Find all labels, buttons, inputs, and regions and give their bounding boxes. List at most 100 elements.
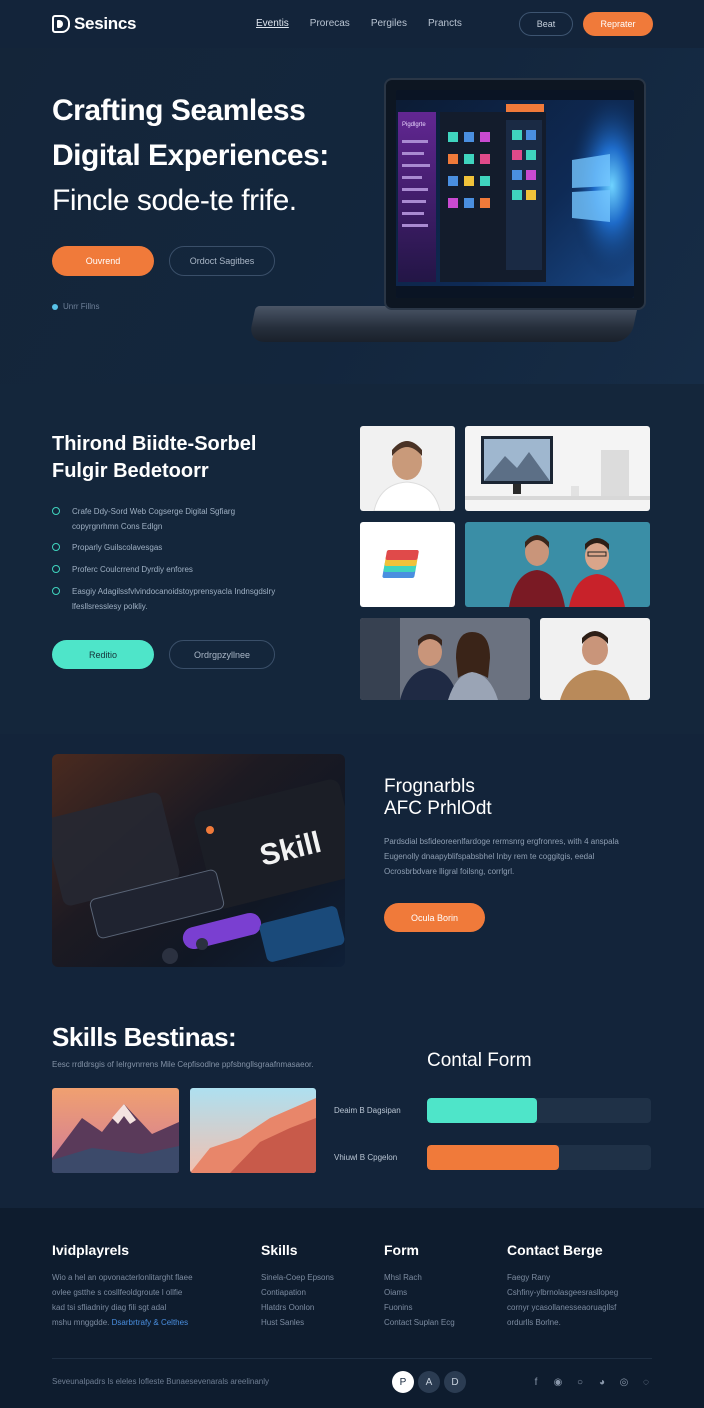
features-title-line-2: Fulgir Bedetoorr (52, 460, 209, 482)
skills-title: Skills Bestinas: (52, 1022, 237, 1052)
hero-primary-button[interactable]: Ouvrend (52, 246, 154, 276)
laptop-app-mockup: Pigdlgrte (396, 90, 634, 298)
footer-text-line: Wio a hel an opvonacterlonlitarght flaee (52, 1273, 193, 1282)
footer-text-line: kad tsi sfliadniry diag fili sgt adal (52, 1303, 167, 1312)
progress-bar-track (427, 1145, 651, 1170)
section3-title: Frognarbls AFC PrhlOdt (384, 776, 664, 820)
progress-bar-track (427, 1098, 651, 1123)
feature-item: Crafe Ddy-Sord Web Cogserge Digital Sgfi… (52, 504, 282, 534)
feature-item: Easgiy Adagilssfvlvindocanoidstoyprensya… (52, 584, 302, 614)
footer-text-line: cornyr ycasollanesseaoruagllsf (507, 1303, 617, 1312)
instagram-icon[interactable]: ○ (574, 1376, 586, 1388)
footer-link[interactable]: Hlatdrs Oonlon (261, 1300, 371, 1315)
nav-item-prancts[interactable]: Prancts (428, 18, 462, 29)
laptop-base (248, 306, 638, 342)
photo-couple (360, 618, 530, 700)
footer-link[interactable]: Fuonins (384, 1300, 494, 1315)
register-button[interactable]: Reprater (583, 12, 653, 36)
footer-text-line: Cshfiny-ylbrnolasgeesrasllopeg (507, 1288, 619, 1297)
hero-title-line-3: Fincle sode-te frife. (52, 184, 297, 217)
laptop-image: Pigdlgrte (384, 78, 646, 310)
feature-item: Proparly Guilscolavesgas (52, 540, 282, 555)
pinterest-icon[interactable]: ◕ (596, 1376, 608, 1388)
mountain-photo-2 (190, 1088, 316, 1173)
mountain-photo-1 (52, 1088, 179, 1173)
photo-two-men (465, 522, 650, 607)
footer-link[interactable]: Contiapation (261, 1285, 371, 1300)
section3-button[interactable]: Ocula Borin (384, 903, 485, 932)
facebook-icon[interactable]: f (530, 1376, 542, 1388)
footer-column-title: Contact Berge (507, 1242, 603, 1258)
skills-description: Eesc rrdldrsgis of Ielrgvnrrens Mile Cep… (52, 1060, 314, 1069)
bar-label: Deaim B Dagsipan (334, 1106, 401, 1115)
footer-link[interactable]: Hust Sanles (261, 1315, 371, 1330)
hero-title-line-2: Digital Experiences: (52, 139, 329, 172)
brand-name: Sesincs (74, 14, 137, 33)
footer-text-line: ovlee gstthe s cosllfeoldgroute l ollfie (52, 1288, 183, 1297)
main-nav: Eventis Prorecas Pergiles Prancts (256, 18, 462, 29)
footer-column-title: Skills (261, 1242, 298, 1258)
contact-title: Contal Form (427, 1050, 532, 1071)
brand-logo[interactable]: Sesincs (52, 14, 136, 34)
logo-icon (52, 15, 70, 33)
dribbble-icon[interactable]: ◎ (618, 1376, 630, 1388)
features-title: Thirond Biidte-Sorbel Fulgir Bedetoorr (52, 431, 332, 485)
features-secondary-button[interactable]: Ordrgpzyllnee (169, 640, 275, 669)
footer-link[interactable]: Mhsl Rach (384, 1270, 494, 1285)
check-circle-icon (52, 565, 60, 573)
footer-text-line: Faegy Rany (507, 1273, 551, 1282)
footer-column: Form Mhsl Rach Oiams Fuonins Contact Sup… (384, 1242, 494, 1330)
footer-text-line: ordurlls Borlne. (507, 1318, 561, 1327)
photo-man-portrait (360, 426, 455, 511)
link-icon[interactable]: ◌ (640, 1376, 652, 1388)
hero-note: Unrr Fillns (52, 302, 99, 311)
nav-item-prorecas[interactable]: Prorecas (310, 18, 350, 29)
hero-note-text: Unrr Fillns (63, 302, 100, 311)
photo-app-icon (360, 522, 455, 607)
footer-link[interactable]: Oiams (384, 1285, 494, 1300)
nav-item-eventis[interactable]: Eventis (256, 18, 289, 29)
footer-circle-button[interactable]: A (418, 1371, 440, 1393)
feature-item-text: Proferc Coulcrrend Dyrdiy enfores (72, 565, 193, 574)
progress-bar-fill (427, 1145, 560, 1170)
section3-description: Pardsdial bsfideoreenlfardoge rermsnrg e… (384, 837, 619, 876)
section3-title-line-1: Frognarbls (384, 776, 475, 797)
footer-column: Ividplayrels Wio a hel an opvonacterlonl… (52, 1242, 252, 1330)
check-circle-icon (52, 507, 60, 515)
footer-column-title: Ividplayrels (52, 1242, 130, 1258)
bar-label: Vhiuwl B Cpgelon (334, 1153, 398, 1162)
photo-smiling-man (540, 618, 650, 700)
nav-item-pergiles[interactable]: Pergiles (371, 18, 407, 29)
feature-item-text: Crafe Ddy-Sord Web Cogserge Digital Sgfi… (72, 507, 236, 531)
check-circle-icon (52, 543, 60, 551)
sign-in-button[interactable]: Beat (519, 12, 573, 36)
photo-desk-monitor (465, 426, 650, 511)
footer-link[interactable]: Contact Suplan Ecg (384, 1315, 494, 1330)
footer-copyright: Seveunalpadrs ls eleles lofleste Bunaese… (52, 1377, 270, 1386)
hero-title-line-1: Crafting Seamless (52, 94, 306, 127)
footer-column: Contact Berge Faegy Rany Cshfiny-ylbrnol… (507, 1242, 657, 1330)
footer-link[interactable]: Dsarbrtrafy & Celthes (112, 1318, 188, 1327)
info-dot-icon (52, 303, 58, 310)
check-circle-icon (52, 587, 60, 595)
progress-bar-fill (427, 1098, 537, 1123)
laptop-sidebar-title: Pigdlgrte (402, 122, 426, 128)
footer-column: Skills Sinela-Coep Epsons Contiapation H… (261, 1242, 371, 1330)
hero-secondary-button[interactable]: Ordoct Sagitbes (169, 246, 275, 276)
feature-item: Proferc Coulcrrend Dyrdiy enfores (52, 562, 282, 577)
site-header: Sesincs Eventis Prorecas Pergiles Pranct… (0, 0, 704, 48)
skills-keyboard-image: Skill (52, 754, 345, 967)
features-title-line-1: Thirond Biidte-Sorbel (52, 433, 257, 455)
twitter-icon[interactable]: ◉ (552, 1376, 564, 1388)
footer-text-line-text: mshu mnggdde. (52, 1318, 110, 1327)
footer-text-line: mshu mnggdde. Dsarbrtrafy & Celthes (52, 1315, 252, 1330)
footer-circle-button[interactable]: D (444, 1371, 466, 1393)
features-primary-button[interactable]: Reditio (52, 640, 154, 669)
section3-title-line-2: AFC PrhlOdt (384, 798, 492, 819)
feature-item-text: Easgiy Adagilssfvlvindocanoidstoyprensya… (72, 587, 276, 611)
feature-item-text: Proparly Guilscolavesgas (72, 543, 163, 552)
footer-column-title: Form (384, 1242, 419, 1258)
footer-link[interactable]: Sinela-Coep Epsons (261, 1270, 371, 1285)
footer-circle-button[interactable]: P (392, 1371, 414, 1393)
hero-title: Crafting Seamless Digital Experiences: F… (52, 88, 362, 223)
